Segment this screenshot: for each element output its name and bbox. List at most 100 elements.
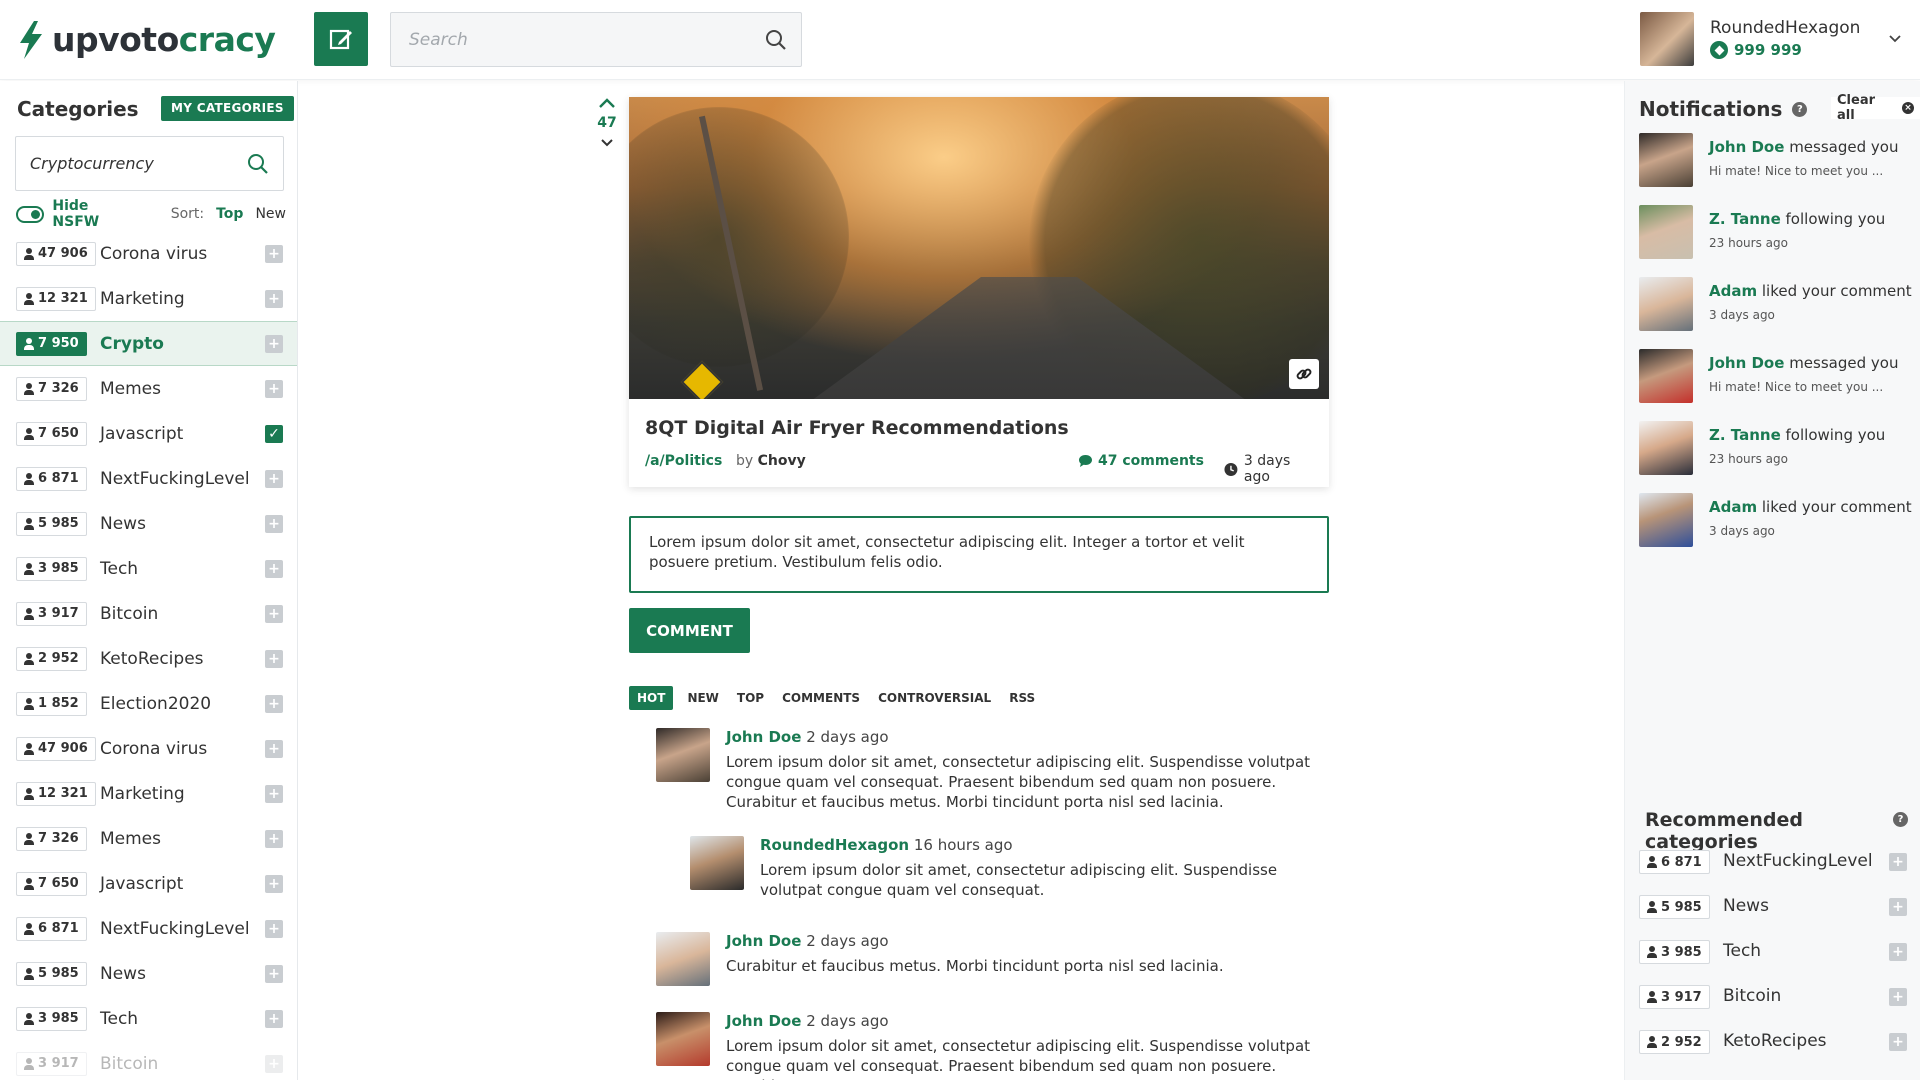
add-icon[interactable]: + — [1889, 943, 1907, 961]
post-image[interactable] — [629, 97, 1329, 399]
tab-hot[interactable]: HOT — [629, 686, 674, 710]
category-item[interactable]: 3 985 Tech + — [0, 996, 297, 1041]
category-item[interactable]: 5 985 News + — [0, 951, 297, 996]
category-item[interactable]: 5 985 News + — [0, 501, 297, 546]
category-search-input[interactable] — [16, 137, 283, 190]
category-item[interactable]: 7 326 Memes + — [0, 366, 297, 411]
tab-controversial[interactable]: CONTROVERSIAL — [870, 686, 999, 710]
upvote-arrow-icon[interactable] — [598, 97, 616, 109]
post-author-name[interactable]: Chovy — [758, 453, 806, 469]
comment-avatar[interactable] — [690, 836, 744, 890]
info-icon[interactable]: ? — [1893, 812, 1908, 827]
add-icon[interactable]: + — [265, 694, 283, 713]
comment-author[interactable]: John Doe — [726, 1012, 801, 1030]
comment-avatar[interactable] — [656, 728, 710, 782]
add-icon[interactable]: + — [265, 964, 283, 983]
clear-all-button[interactable]: Clear all × — [1831, 93, 1920, 123]
notification-item[interactable]: Z. Tanne following you 23 hours ago — [1639, 205, 1909, 261]
category-item[interactable]: 3 985 Tech + — [0, 546, 297, 591]
add-icon[interactable]: + — [265, 1054, 283, 1073]
notification-item[interactable]: John Doe messaged you Hi mate! Nice to m… — [1639, 349, 1909, 405]
tab-top[interactable]: TOP — [729, 686, 772, 710]
category-item[interactable]: 7 650 Javascript ✓ — [0, 411, 297, 456]
notification-item[interactable]: Z. Tanne following you 23 hours ago — [1639, 421, 1909, 477]
comment-body: Curabitur et faucibus metus. Morbi tinci… — [726, 957, 1224, 975]
compose-button[interactable] — [314, 12, 368, 66]
person-icon — [24, 742, 34, 755]
add-icon[interactable]: + — [265, 469, 283, 488]
recommended-category-item[interactable]: 6 871 NextFuckingLevel + — [1625, 840, 1920, 885]
search-input[interactable] — [391, 13, 801, 66]
recommended-category-item[interactable]: 2 952 KetoRecipes + — [1625, 1020, 1920, 1065]
tab-comments[interactable]: COMMENTS — [774, 686, 868, 710]
checked-icon[interactable]: ✓ — [265, 424, 283, 443]
comment-author[interactable]: John Doe — [726, 932, 801, 950]
category-item[interactable]: 12 321 Marketing + — [0, 276, 297, 321]
category-item[interactable]: 7 650 Javascript + — [0, 861, 297, 906]
add-icon[interactable]: + — [265, 604, 283, 623]
add-icon[interactable]: + — [265, 289, 283, 308]
logo[interactable]: upvotocracy — [16, 20, 276, 59]
category-item[interactable]: 7 950 Crypto + — [0, 321, 297, 366]
post-category-link[interactable]: /a/Politics — [645, 453, 722, 469]
category-item[interactable]: 7 326 Memes + — [0, 816, 297, 861]
add-icon[interactable]: + — [265, 874, 283, 893]
comment-textarea[interactable]: Lorem ipsum dolor sit amet, consectetur … — [629, 516, 1329, 593]
comment-author[interactable]: RoundedHexagon — [760, 836, 909, 854]
tab-rss[interactable]: RSS — [1001, 686, 1043, 710]
category-item[interactable]: 6 871 NextFuckingLevel + — [0, 456, 297, 501]
add-icon[interactable]: + — [265, 784, 283, 803]
add-icon[interactable]: + — [1889, 988, 1907, 1006]
copy-link-button[interactable] — [1289, 359, 1319, 389]
add-icon[interactable]: + — [265, 379, 283, 398]
category-name: Tech — [100, 1008, 139, 1029]
post-comments-link[interactable]: 47 comments — [1078, 453, 1204, 469]
comment-author[interactable]: John Doe — [726, 728, 801, 746]
notification-item[interactable]: John Doe messaged you Hi mate! Nice to m… — [1639, 133, 1909, 189]
user-menu[interactable]: RoundedHexagon 999 999 — [1640, 12, 1912, 68]
person-icon — [24, 472, 34, 485]
category-item[interactable]: 3 917 Bitcoin + — [0, 1041, 297, 1080]
add-icon[interactable]: + — [1889, 898, 1907, 916]
sort-top-option[interactable]: Top — [216, 206, 243, 222]
comment-button[interactable]: COMMENT — [629, 608, 750, 653]
search-icon[interactable] — [247, 153, 269, 175]
add-icon[interactable]: + — [265, 649, 283, 668]
category-item[interactable]: 1 852 Election2020 + — [0, 681, 297, 726]
hide-nsfw-toggle[interactable] — [16, 205, 45, 223]
category-item[interactable]: 47 906 Corona virus + — [0, 231, 297, 276]
person-icon — [24, 517, 34, 530]
add-icon[interactable]: + — [265, 829, 283, 848]
category-item[interactable]: 47 906 Corona virus + — [0, 726, 297, 771]
notification-item[interactable]: Adam liked your comment 3 days ago — [1639, 277, 1912, 333]
search-icon[interactable] — [765, 29, 787, 51]
add-icon[interactable]: + — [265, 514, 283, 533]
add-icon[interactable]: + — [265, 334, 283, 353]
recommended-category-item[interactable]: 3 985 Tech + — [1625, 930, 1920, 975]
member-count-badge: 7 650 — [16, 421, 87, 446]
category-item[interactable]: 2 952 KetoRecipes + — [0, 636, 297, 681]
my-categories-button[interactable]: MY CATEGORIES — [161, 96, 294, 121]
notification-text: Z. Tanne following you — [1709, 426, 1886, 444]
category-item[interactable]: 12 321 Marketing + — [0, 771, 297, 816]
recommended-category-item[interactable]: 3 917 Bitcoin + — [1625, 975, 1920, 1020]
info-icon[interactable]: ? — [1792, 101, 1808, 117]
comment-avatar[interactable] — [656, 1012, 710, 1066]
chevron-down-icon[interactable] — [1888, 32, 1902, 46]
category-item[interactable]: 3 917 Bitcoin + — [0, 591, 297, 636]
add-icon[interactable]: + — [265, 919, 283, 938]
downvote-arrow-icon[interactable] — [600, 138, 614, 148]
add-icon[interactable]: + — [1889, 853, 1907, 871]
add-icon[interactable]: + — [265, 739, 283, 758]
add-icon[interactable]: + — [265, 1009, 283, 1028]
add-icon[interactable]: + — [1889, 1033, 1907, 1051]
add-icon[interactable]: + — [265, 559, 283, 578]
notification-item[interactable]: Adam liked your comment 3 days ago — [1639, 493, 1912, 549]
add-icon[interactable]: + — [265, 244, 283, 263]
sort-new-option[interactable]: New — [255, 206, 286, 222]
comment-avatar[interactable] — [656, 932, 710, 986]
post-title[interactable]: 8QT Digital Air Fryer Recommendations — [645, 417, 1069, 439]
tab-new[interactable]: NEW — [679, 686, 726, 710]
recommended-category-item[interactable]: 5 985 News + — [1625, 885, 1920, 930]
category-item[interactable]: 6 871 NextFuckingLevel + — [0, 906, 297, 951]
